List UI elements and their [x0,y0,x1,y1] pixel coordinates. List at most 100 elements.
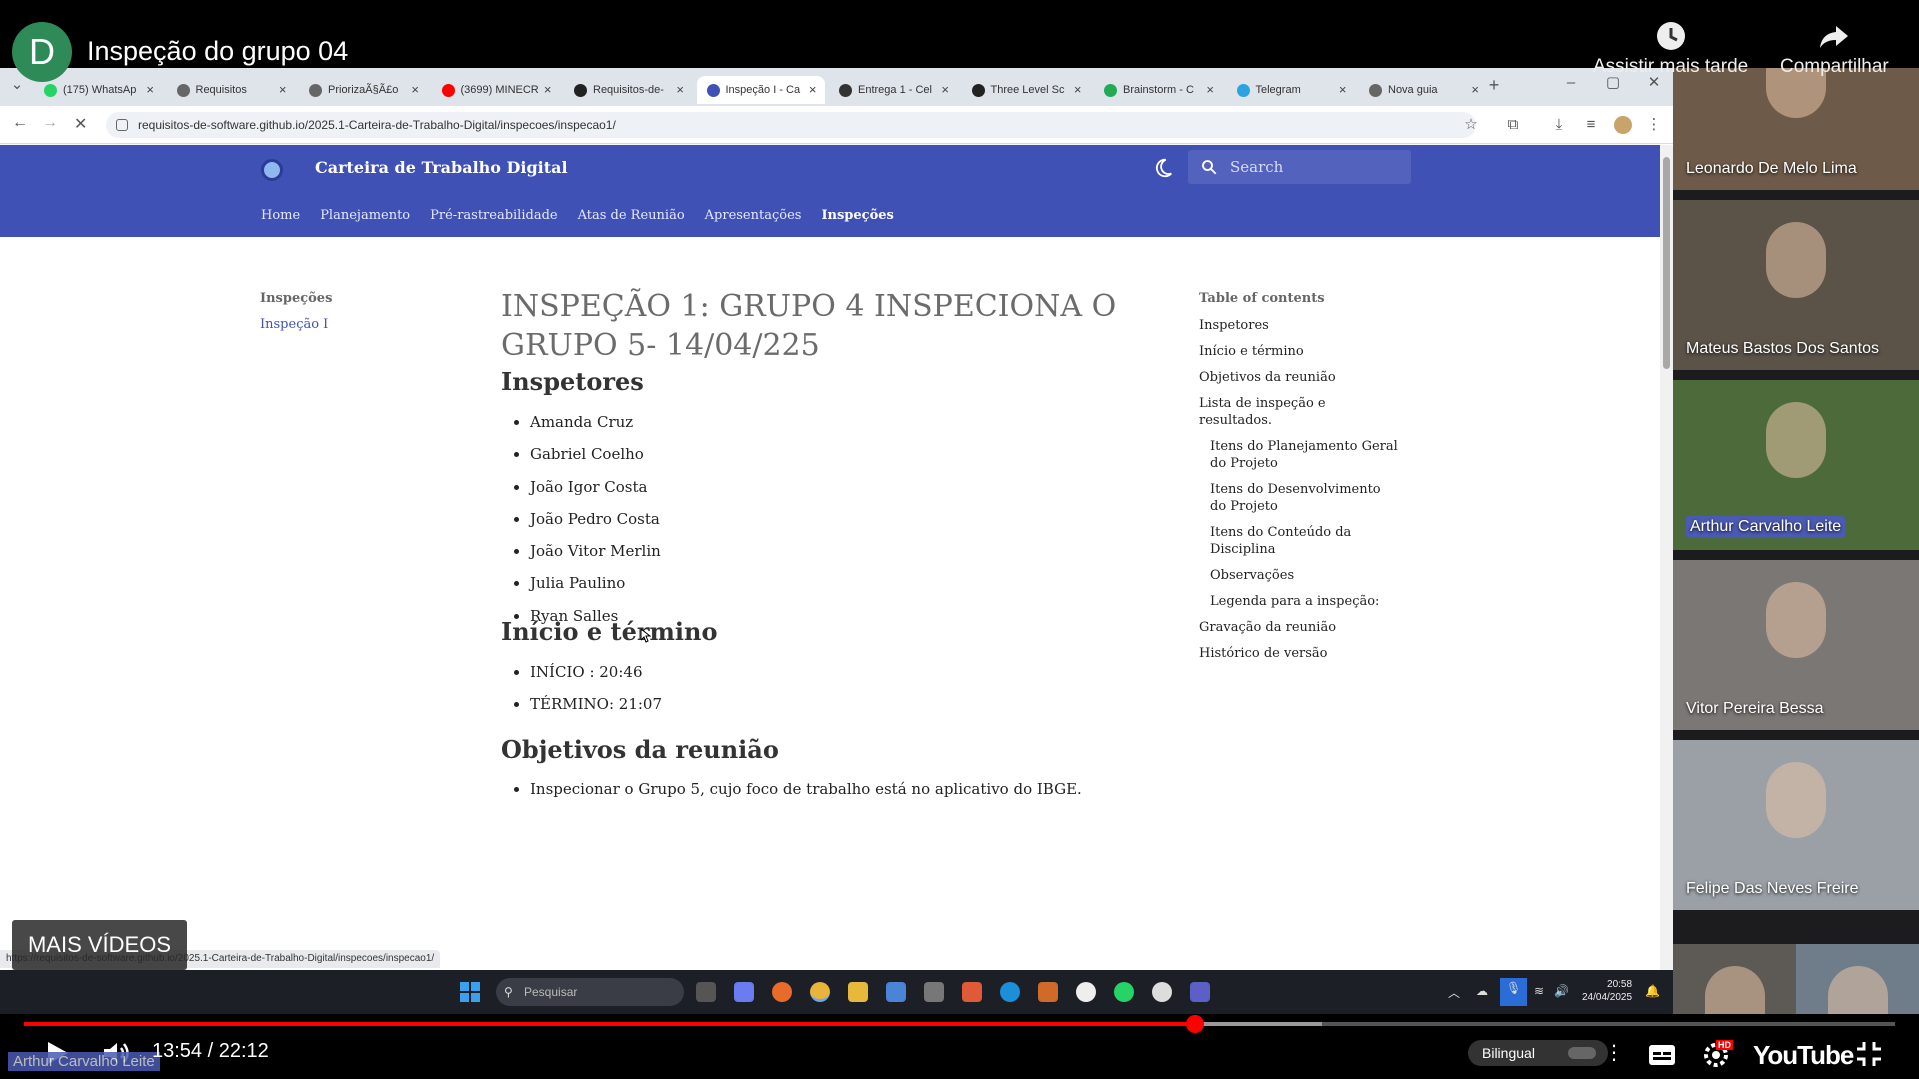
tab-search-icon[interactable]: ⌄ [8,76,26,94]
tab-close-icon[interactable]: × [544,82,552,97]
tray-wifi-icon[interactable]: ≋ [1534,984,1544,998]
youtube-logo[interactable]: YouTube [1753,1040,1854,1071]
toc-item[interactable]: Itens do Desenvolvimento do Projeto [1199,481,1399,515]
browser-tab[interactable]: Requisitos × [167,76,295,104]
settings-app-icon[interactable] [886,982,906,1002]
site-search-input[interactable]: Search [1188,150,1411,184]
tab-close-icon[interactable]: × [1471,82,1479,97]
tab-close-icon[interactable]: × [1339,82,1347,97]
media-controls-icon[interactable]: ≡ [1582,116,1600,134]
windows-start-icon[interactable] [460,982,480,1002]
toc-item[interactable]: Legenda para a inspeção: [1199,593,1399,610]
browser-tab[interactable]: Telegram × [1227,76,1355,104]
tab-close-icon[interactable]: × [1206,82,1214,97]
exit-fullscreen-icon[interactable] [1855,1040,1883,1068]
tab-close-icon[interactable]: × [411,82,419,97]
browser-tab[interactable]: PriorizaÃ§Ã£o × [299,76,427,104]
toc-item[interactable]: Observações [1199,567,1399,584]
toc-item[interactable]: Histórico de versão [1199,645,1399,662]
bookmark-star-icon[interactable]: ☆ [1462,116,1480,134]
browser-tab[interactable]: (175) WhatsAp × [34,76,162,104]
git-app-icon[interactable] [962,982,982,1002]
minimize-icon[interactable]: – [1562,74,1580,92]
browser-tab[interactable]: Entrega 1 - Cel × [829,76,957,104]
subtitles-icon[interactable] [1648,1044,1676,1066]
nav-link[interactable]: Planejamento [320,208,410,223]
site-title[interactable]: Carteira de Trabalho Digital [315,158,568,177]
tab-close-icon[interactable]: × [676,82,684,97]
tray-notification-icon[interactable]: 🔔 [1645,984,1660,998]
tray-chevron-icon[interactable]: ︿ [1448,984,1460,1001]
profile-avatar-icon[interactable] [1614,116,1632,134]
scrollbar-thumb[interactable] [1663,157,1670,369]
toc-item[interactable]: Lista de inspeção e resultados. [1199,395,1399,429]
watch-later-button[interactable]: Assistir mais tarde [1593,20,1748,78]
taskbar-search-input[interactable]: ⚲ Pesquisar [496,978,684,1006]
site-logo-icon[interactable] [261,159,283,181]
tray-volume-icon[interactable]: 🔊 [1554,984,1569,998]
dark-mode-toggle-icon[interactable] [1152,157,1174,179]
browser-tab[interactable]: Brainstorm - C × [1094,76,1222,104]
participant-tile[interactable]: Daniel Ro... [1796,944,1919,1014]
browser-tab[interactable]: Three Level Sc × [962,76,1090,104]
participant-tile[interactable]: Felipe Das Neves Freire [1673,740,1919,910]
media-app-icon[interactable] [1152,982,1172,1002]
tab-close-icon[interactable]: × [1074,82,1082,97]
tab-close-icon[interactable]: × [941,82,949,97]
obs-icon[interactable] [1076,982,1096,1002]
page-scrollbar[interactable] [1660,145,1673,970]
browser-tab[interactable]: Requisitos-de- × [564,76,692,104]
nav-link[interactable]: Home [261,208,300,223]
participant-tile[interactable]: Gabriel Lima [1673,944,1796,1014]
participant-tile[interactable]: Arthur Carvalho Leite [1673,380,1919,550]
bilingual-toggle[interactable]: Bilingual [1468,1040,1608,1066]
tab-close-icon[interactable]: × [279,82,287,97]
copilot-icon[interactable] [734,982,754,1002]
browser-tab[interactable]: Inspeção I - Ca × [696,76,825,104]
nav-link[interactable]: Atas de Reunião [578,208,685,223]
firefox-icon[interactable] [772,982,792,1002]
site-info-icon[interactable] [116,119,128,131]
toc-item[interactable]: Itens do Conteúdo da Disciplina [1199,524,1399,558]
forward-arrow-icon[interactable]: → [42,114,58,132]
edge-icon[interactable] [1000,982,1020,1002]
video-title[interactable]: Inspeção do grupo 04 [87,36,348,67]
tab-close-icon[interactable]: × [809,82,817,97]
browser-menu-icon[interactable]: ⋮ [1645,116,1663,134]
participant-tile[interactable]: Mateus Bastos Dos Santos [1673,200,1919,370]
download-icon[interactable]: ⤓ [1550,116,1568,134]
share-button[interactable]: Compartilhar [1780,20,1889,78]
extensions-icon[interactable]: ⧉ [1504,116,1522,134]
nav-link[interactable]: Inspeções [821,208,893,223]
tray-microphone-icon[interactable]: 🎙 [1500,978,1528,1006]
sidebar-item-inspecao-1[interactable]: Inspeção I [260,317,328,332]
file-explorer-icon[interactable] [848,982,868,1002]
toc-item[interactable]: Início e término [1199,343,1399,360]
back-arrow-icon[interactable]: ← [12,114,28,132]
stop-loading-icon[interactable]: ✕ [74,114,87,134]
browser-tab[interactable]: Nova guia × [1359,76,1487,104]
more-videos-button[interactable]: MAIS VÍDEOS [12,920,187,970]
participant-tile[interactable]: Vitor Pereira Bessa [1673,560,1919,730]
channel-avatar[interactable]: D [12,22,72,82]
toc-item[interactable]: Gravação da reunião [1199,619,1399,636]
toc-item[interactable]: Objetivos da reunião [1199,369,1399,386]
task-view-icon[interactable] [696,982,716,1002]
chrome-icon[interactable] [810,982,830,1002]
nav-link[interactable]: Apresentações [705,208,802,223]
tool-app-icon[interactable] [924,982,944,1002]
tray-cloud-icon[interactable]: ☁ [1476,984,1488,998]
new-tab-icon[interactable]: + [1485,76,1503,94]
teams-icon[interactable] [1190,982,1210,1002]
browser-tab[interactable]: (3699) MINECR × [432,76,560,104]
toc-item[interactable]: Itens do Planejamento Geral do Projeto [1199,438,1399,472]
video-progress-bar[interactable] [24,1022,1895,1026]
more-options-icon[interactable]: ⋮ [1604,1040,1624,1065]
game-app-icon[interactable] [1038,982,1058,1002]
toc-item[interactable]: Inspetores [1199,317,1399,334]
tab-close-icon[interactable]: × [146,82,154,97]
taskbar-clock[interactable]: 20:58 24/04/2025 [1582,978,1632,1004]
whatsapp-icon[interactable] [1114,982,1134,1002]
url-field[interactable]: requisitos-de-software.github.io/2025.1-… [106,112,1476,138]
nav-link[interactable]: Pré-rastreabilidade [430,208,557,223]
